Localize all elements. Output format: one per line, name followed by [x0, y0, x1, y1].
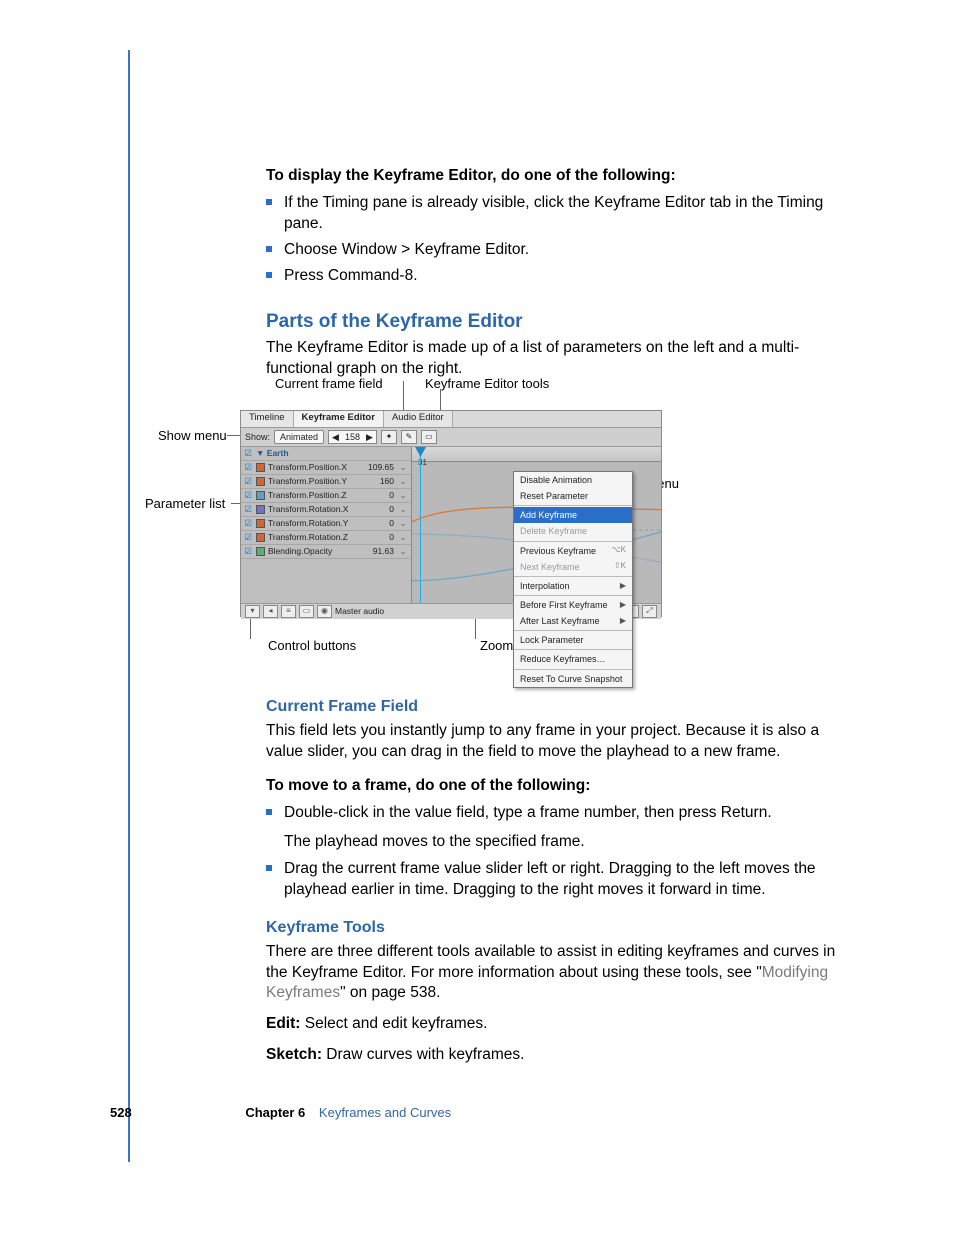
menu-after-last-keyframe[interactable]: After Last Keyframe▶	[514, 613, 632, 629]
sketch-tool-button[interactable]: ✎	[401, 430, 417, 444]
menu-lock-parameter[interactable]: Lock Parameter	[514, 632, 632, 648]
page-number: 528	[110, 1105, 132, 1120]
sub-heading-keyframe-tools: Keyframe Tools	[266, 917, 846, 939]
keyframe-editor-panel: Timeline Keyframe Editor Audio Editor Sh…	[240, 410, 662, 617]
param-row[interactable]: ☑ Transform.Rotation.X 0⌄	[241, 503, 411, 517]
leader	[227, 435, 240, 436]
status-label: Master audio	[335, 606, 384, 617]
param-row[interactable]: ☑ Transform.Rotation.Y 0⌄	[241, 517, 411, 531]
menu-before-first-keyframe[interactable]: Before First Keyframe▶	[514, 597, 632, 613]
callout-control-buttons: Control buttons	[268, 637, 356, 655]
menu-add-keyframe[interactable]: Add Keyframe	[514, 507, 632, 523]
cff-paragraph: This field lets you instantly jump to an…	[266, 721, 846, 763]
show-menu-popup[interactable]: Animated	[274, 430, 324, 444]
menu-reduce-keyframes[interactable]: Reduce Keyframes…	[514, 651, 632, 667]
param-row[interactable]: ☑ Transform.Rotation.Z 0⌄	[241, 531, 411, 545]
current-frame-value: 158	[342, 431, 363, 443]
callout-parameter-list: Parameter list	[145, 495, 225, 513]
callout-current-frame-field: Current frame field	[275, 375, 383, 393]
parameter-list: ☑ ▼ Earth ☑ Transform.Position.X 109.65⌄…	[241, 447, 412, 603]
tool-edit: Edit: Select and edit keyframes.	[266, 1014, 846, 1035]
text: Draw curves with keyframes.	[322, 1046, 524, 1063]
param-row[interactable]: ☑ Blending.Opacity 91.63⌄	[241, 545, 411, 559]
zoom-fit-button[interactable]: ⤢	[642, 605, 657, 618]
bullet-item: Press Command-8.	[266, 266, 846, 287]
control-button[interactable]: ◉	[317, 605, 332, 618]
bullet-item: Drag the current frame value slider left…	[266, 859, 846, 901]
menu-interpolation[interactable]: Interpolation▶	[514, 578, 632, 594]
text: Select and edit keyframes.	[300, 1015, 487, 1032]
param-row[interactable]: ☑ Transform.Position.Z 0⌄	[241, 489, 411, 503]
sub-heading-current-frame-field: Current Frame Field	[266, 696, 846, 718]
show-label: Show:	[245, 431, 270, 443]
menu-previous-keyframe[interactable]: Previous Keyframe⌥K	[514, 543, 632, 559]
page-footer: 528 Chapter 6 Keyframes and Curves	[110, 1104, 830, 1122]
param-row[interactable]: ☑ Transform.Position.X 109.65⌄	[241, 461, 411, 475]
page-rule	[128, 50, 130, 1162]
chapter-title: Keyframes and Curves	[319, 1105, 451, 1120]
label: Sketch:	[266, 1046, 322, 1063]
control-button[interactable]: ▭	[299, 605, 314, 618]
bullet-list-2: Double-click in the value field, type a …	[266, 803, 846, 901]
bullet-item: Choose Window > Keyframe Editor.	[266, 240, 846, 261]
param-row[interactable]: ☑ Transform.Position.Y 160⌄	[241, 475, 411, 489]
param-group[interactable]: ☑ ▼ Earth	[241, 447, 411, 461]
bullet-item: Double-click in the value field, type a …	[266, 803, 846, 853]
current-frame-field[interactable]: ◀158▶	[328, 430, 377, 444]
parts-intro: The Keyframe Editor is made up of a list…	[266, 338, 846, 380]
section-heading-parts: Parts of the Keyframe Editor	[266, 309, 846, 335]
tab-keyframe-editor[interactable]: Keyframe Editor	[294, 411, 384, 427]
bullet-text: Double-click in the value field, type a …	[284, 804, 772, 821]
instruction-heading-2: To move to a frame, do one of the follow…	[266, 776, 846, 797]
time-ruler[interactable]: 31	[412, 447, 661, 462]
transform-tool-button[interactable]: ▭	[421, 430, 437, 444]
leader	[475, 619, 476, 639]
content-block-2: Current Frame Field This field lets you …	[266, 680, 846, 1076]
menu-reset-curve-snapshot[interactable]: Reset To Curve Snapshot	[514, 671, 632, 687]
bullet-item: If the Timing pane is already visible, c…	[266, 193, 846, 235]
menu-disable-animation[interactable]: Disable Animation	[514, 472, 632, 488]
bullet-follow: The playhead moves to the specified fram…	[284, 832, 846, 853]
control-button[interactable]: ◂	[263, 605, 278, 618]
callout-keyframe-tools: Keyframe Editor tools	[425, 375, 549, 393]
toolbar: Show: Animated ◀158▶ ✦ ✎ ▭	[241, 428, 661, 447]
content-block: To display the Keyframe Editor, do one o…	[266, 166, 846, 390]
control-button[interactable]: ▾	[245, 605, 260, 618]
bullet-list-1: If the Timing pane is already visible, c…	[266, 193, 846, 287]
menu-delete-keyframe: Delete Keyframe	[514, 523, 632, 539]
tool-sketch: Sketch: Draw curves with keyframes.	[266, 1045, 846, 1066]
control-button[interactable]: ≡	[281, 605, 296, 618]
callout-show-menu: Show menu	[158, 427, 227, 445]
menu-next-keyframe: Next Keyframe⇧K	[514, 559, 632, 575]
label: Edit:	[266, 1015, 300, 1032]
tab-timeline[interactable]: Timeline	[241, 411, 294, 427]
tab-bar: Timeline Keyframe Editor Audio Editor	[241, 411, 661, 428]
keyframe-editor-figure: Current frame field Keyframe Editor tool…	[145, 375, 825, 655]
tab-audio-editor[interactable]: Audio Editor	[384, 411, 453, 427]
text: There are three different tools availabl…	[266, 943, 835, 981]
leader	[250, 619, 251, 639]
chapter-label: Chapter 6	[245, 1105, 305, 1120]
edit-tool-button[interactable]: ✦	[381, 430, 397, 444]
animation-menu[interactable]: Disable Animation Reset Parameter Add Ke…	[513, 471, 633, 688]
text: " on page 538.	[340, 984, 440, 1001]
menu-reset-parameter[interactable]: Reset Parameter	[514, 488, 632, 504]
kft-paragraph: There are three different tools availabl…	[266, 942, 846, 1005]
instruction-heading-1: To display the Keyframe Editor, do one o…	[266, 166, 846, 187]
